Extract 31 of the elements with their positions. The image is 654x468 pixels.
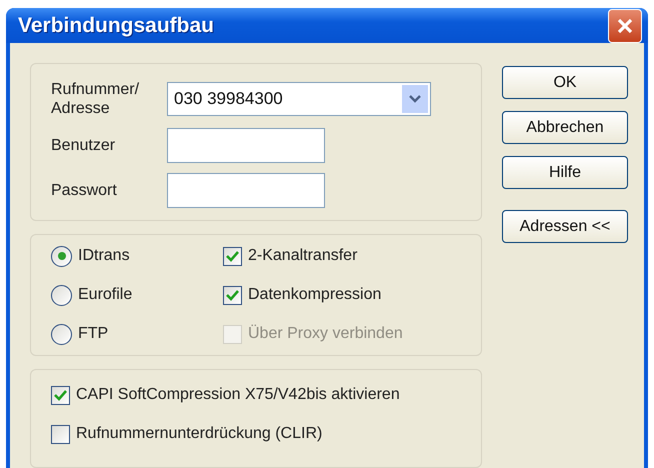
radio-label: FTP bbox=[78, 325, 108, 343]
radio-button[interactable] bbox=[51, 246, 72, 266]
checkbox[interactable] bbox=[51, 424, 70, 444]
radio-button[interactable] bbox=[51, 284, 72, 306]
address-value: 030 39984300 bbox=[174, 89, 283, 109]
password-field[interactable] bbox=[167, 173, 325, 208]
checkbox-label: Über Proxy verbinden bbox=[248, 325, 403, 343]
address-label: Rufnummer/ Adresse bbox=[51, 80, 140, 118]
checkbox-label: 2-Kanaltransfer bbox=[248, 247, 358, 265]
checkbox-label: Rufnummernunterdrückung (CLIR) bbox=[76, 425, 322, 443]
checkbox-label: CAPI SoftCompression X75/V42bis aktivieren bbox=[76, 386, 400, 404]
chevron-icon bbox=[409, 95, 421, 103]
user-field[interactable] bbox=[167, 128, 325, 163]
checkbox-label: Datenkompression bbox=[248, 286, 382, 304]
dialog-button[interactable]: OK bbox=[502, 66, 628, 99]
dialog-button[interactable]: Abbrechen bbox=[502, 111, 628, 144]
radio-label: Eurofile bbox=[78, 286, 132, 304]
close-button[interactable] bbox=[608, 8, 642, 42]
window-title: Verbindungsaufbau bbox=[18, 14, 214, 38]
checkbox[interactable] bbox=[223, 286, 242, 304]
checkbox[interactable] bbox=[51, 386, 70, 404]
address-combobox[interactable]: 030 39984300 bbox=[167, 82, 431, 116]
user-label: Benutzer bbox=[51, 136, 116, 155]
checkbox[interactable] bbox=[223, 246, 242, 266]
password-label: Passwort bbox=[51, 181, 118, 200]
radio-button[interactable] bbox=[51, 324, 72, 344]
radio-label: IDtrans bbox=[78, 247, 130, 265]
dialog-button[interactable]: Adressen << bbox=[502, 210, 628, 243]
dropdown-button[interactable] bbox=[402, 85, 428, 113]
close-icon bbox=[616, 16, 634, 34]
dialog-button[interactable]: Hilfe bbox=[502, 156, 628, 189]
